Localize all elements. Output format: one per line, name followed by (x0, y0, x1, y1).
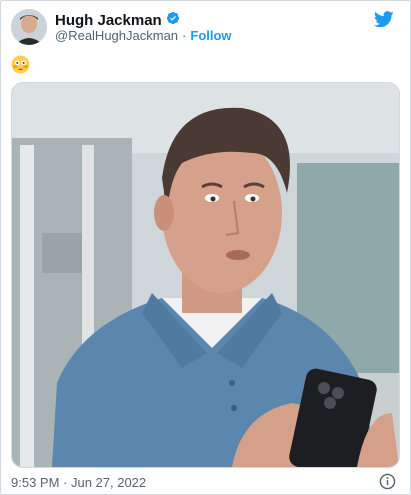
tweet-card: Hugh Jackman @RealHughJackman · Follow 😳 (0, 0, 411, 495)
author-handle-row: @RealHughJackman · Follow (55, 28, 232, 43)
twitter-bird-icon[interactable] (373, 11, 394, 33)
author-handle[interactable]: @RealHughJackman (55, 28, 178, 43)
author-display-name[interactable]: Hugh Jackman (55, 12, 162, 29)
tweet-text: 😳 (11, 55, 30, 78)
photo-image (12, 83, 399, 467)
tweet-photo[interactable] (11, 82, 400, 468)
follow-button[interactable]: Follow (190, 28, 231, 43)
author-avatar[interactable] (11, 9, 47, 45)
info-icon[interactable] (379, 473, 396, 495)
tweet-timestamp[interactable]: 9:53 PM · Jun 27, 2022 (11, 475, 146, 490)
avatar-image (11, 9, 47, 45)
handle-separator: · (182, 28, 187, 43)
